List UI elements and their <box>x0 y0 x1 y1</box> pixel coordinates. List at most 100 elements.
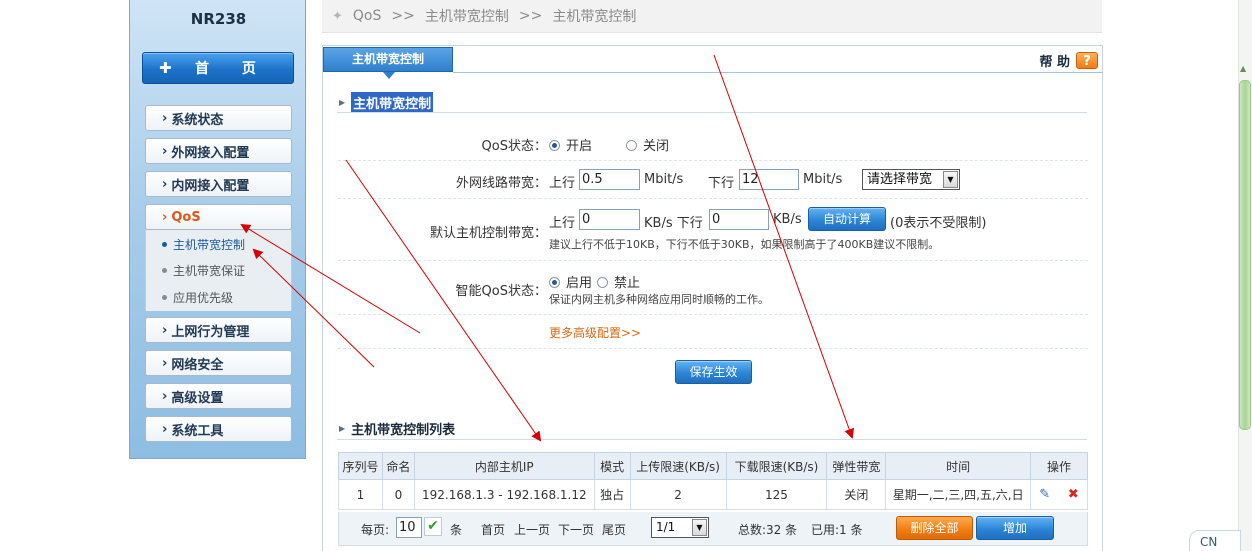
nav-network-security[interactable]: › 网络安全 <box>145 350 292 376</box>
default-upload-label: 上行 <box>549 216 576 231</box>
per-page-input[interactable]: 10 <box>396 517 422 538</box>
confirm-check-icon[interactable]: ✔ <box>424 517 442 536</box>
tab-divider <box>453 72 1103 73</box>
last-page-link[interactable]: 尾页 <box>602 521 626 538</box>
breadcrumb-level2: 主机带宽控制 <box>552 9 637 25</box>
table-cell: 星期一,二,三,四,五,六,日 <box>885 479 1032 510</box>
more-advanced-config-link[interactable]: 更多高级配置>> <box>549 324 641 341</box>
device-model: NR238 <box>190 10 247 28</box>
submenu-label: 应用优先级 <box>173 291 234 305</box>
column-header: 下载限速(KB/s) <box>725 452 828 480</box>
prev-page-link[interactable]: 上一页 <box>514 521 550 538</box>
download-label: 下行 <box>708 176 735 191</box>
next-page-link[interactable]: 下一页 <box>558 521 594 538</box>
per-page-label: 每页: <box>361 523 390 537</box>
nav-wan-config[interactable]: › 外网接入配置 <box>145 138 292 164</box>
total-count: 总数:32 条 <box>738 523 798 537</box>
nav-label: 上网行为管理 <box>171 324 250 340</box>
nav-label: 系统工具 <box>171 423 224 439</box>
radio-unchecked-icon <box>597 277 608 288</box>
nav-behavior-management[interactable]: › 上网行为管理 <box>145 317 292 343</box>
default-download-input[interactable]: 0 <box>709 209 769 230</box>
sidebar: NR238 ✚ 首 页 › 系统状态 › 外网接入配置 › 内网接入配置 › QoS 主… <box>129 0 306 459</box>
home-button[interactable]: ✚ 首 页 <box>142 52 294 84</box>
table-pager: 每页: 10 ✔ 条 首页 上一页 下一页 尾页 1/1 ▼ 总数:32 条 已用… <box>338 512 1088 546</box>
section-title-settings: ▶ 主机带宽控制 <box>339 92 434 113</box>
content-panel: 主机带宽控制 帮 助 ? ▶ 主机带宽控制 QoS状态： 开启 关闭 外网线路带宽… <box>322 45 1103 551</box>
chevron-right-icon: › <box>162 322 168 338</box>
qos-submenu: 主机带宽控制 主机带宽保证 应用优先级 <box>145 230 292 311</box>
smart-qos-label: 智能QoS状态： <box>455 284 547 299</box>
bullet-icon <box>162 295 167 300</box>
unit-kb-down: KB/s <box>773 212 802 227</box>
qos-on-radio[interactable]: 开启 <box>549 135 592 154</box>
breadcrumb: ✦ QoS >> 主机带宽控制 >> 主机带宽控制 <box>322 0 1102 33</box>
unit-mbit-up: Mbit/s <box>644 172 684 187</box>
qos-status-label: QoS状态： <box>481 139 547 154</box>
submenu-app-priority[interactable]: 应用优先级 <box>162 289 233 306</box>
column-header: 命名 <box>381 452 415 480</box>
submenu-label: 主机带宽保证 <box>173 264 246 278</box>
chevron-right-icon: › <box>162 355 168 371</box>
upload-label: 上行 <box>549 176 576 191</box>
nav-system-tools[interactable]: › 系统工具 <box>145 416 292 442</box>
radio-label: 开启 <box>566 139 593 154</box>
default-unit-down-label: KB/s 下行 <box>644 216 703 231</box>
chevron-right-icon: › <box>162 388 168 404</box>
default-bandwidth-hint: 建议上行不低于10KB，下行不低于30KB，如果限制高于了400KB建议不限制。 <box>549 238 940 251</box>
scrollbar-thumb[interactable] <box>1239 80 1251 430</box>
nav-lan-config[interactable]: › 内网接入配置 <box>145 171 292 197</box>
language-badge: CN <box>1189 530 1241 551</box>
unit-mbit-down: Mbit/s <box>803 172 843 187</box>
radio-label: 启用 <box>566 276 593 291</box>
home-label: 首 页 <box>195 61 270 77</box>
first-page-link[interactable]: 首页 <box>481 521 505 538</box>
table-row: 1 0 192.168.1.3 - 192.168.1.12 独占 2 125 … <box>338 479 1088 510</box>
page-select[interactable]: 1/1 ▼ <box>651 517 709 538</box>
submenu-host-bandwidth-control[interactable]: 主机带宽控制 <box>162 236 245 253</box>
breadcrumb-root: QoS <box>352 8 382 24</box>
select-value: 请选择带宽 <box>867 172 933 187</box>
auto-calc-button[interactable]: 自动计算 <box>808 207 886 231</box>
per-page-unit: 条 <box>450 523 463 537</box>
chevron-right-icon: › <box>162 110 168 126</box>
column-header: 时间 <box>885 452 1032 480</box>
nav-label: 系统状态 <box>171 112 224 128</box>
row-divider <box>338 260 1088 261</box>
tab-host-bandwidth-control[interactable]: 主机带宽控制 <box>323 47 453 72</box>
radio-checked-icon <box>549 277 560 288</box>
scroll-up-arrow-icon[interactable]: ▲ <box>1240 64 1246 73</box>
add-button[interactable]: 增加 <box>976 516 1054 540</box>
nav-system-status[interactable]: › 系统状态 <box>145 105 292 131</box>
table-cell: 125 <box>725 479 828 510</box>
table-cell: 独占 <box>593 479 631 510</box>
row-divider <box>338 198 1088 199</box>
wan-download-input[interactable]: 12 <box>739 169 799 190</box>
smart-on-radio[interactable]: 启用 <box>549 272 592 291</box>
row-divider <box>338 348 1088 349</box>
plus-icon: ✚ <box>159 58 172 77</box>
table-header-row: 序列号 命名 内部主机IP 模式 上传限速(KB/s) 下载限速(KB/s) 弹… <box>338 452 1088 480</box>
delete-all-button[interactable]: 删除全部 <box>896 516 973 540</box>
submenu-host-bandwidth-guarantee[interactable]: 主机带宽保证 <box>162 262 245 279</box>
save-button[interactable]: 保存生效 <box>675 360 752 384</box>
smart-off-radio[interactable]: 禁止 <box>597 272 640 291</box>
default-upload-input[interactable]: 0 <box>579 209 640 230</box>
chevron-right-icon: › <box>162 143 168 159</box>
delete-x-icon[interactable]: ✖ <box>1068 487 1079 502</box>
wan-upload-input[interactable]: 0.5 <box>579 169 640 190</box>
select-value: 1/1 <box>656 520 676 534</box>
nav-advanced-settings[interactable]: › 高级设置 <box>145 383 292 409</box>
chevron-right-icon: › <box>162 209 168 225</box>
submenu-label: 主机带宽控制 <box>173 238 246 252</box>
bullet-icon <box>162 268 167 273</box>
nav-qos[interactable]: › QoS <box>145 204 292 230</box>
radio-unchecked-icon <box>626 140 637 151</box>
edit-pencil-icon[interactable]: ✎ <box>1039 487 1050 502</box>
section-divider <box>337 439 1087 440</box>
default-host-bandwidth-label: 默认主机控制带宽： <box>429 226 547 241</box>
breadcrumb-level1: 主机带宽控制 <box>424 9 509 25</box>
help-link[interactable]: 帮 助 ? <box>1039 51 1098 70</box>
bandwidth-select[interactable]: 请选择带宽 ▼ <box>862 169 960 190</box>
qos-off-radio[interactable]: 关闭 <box>626 135 669 154</box>
